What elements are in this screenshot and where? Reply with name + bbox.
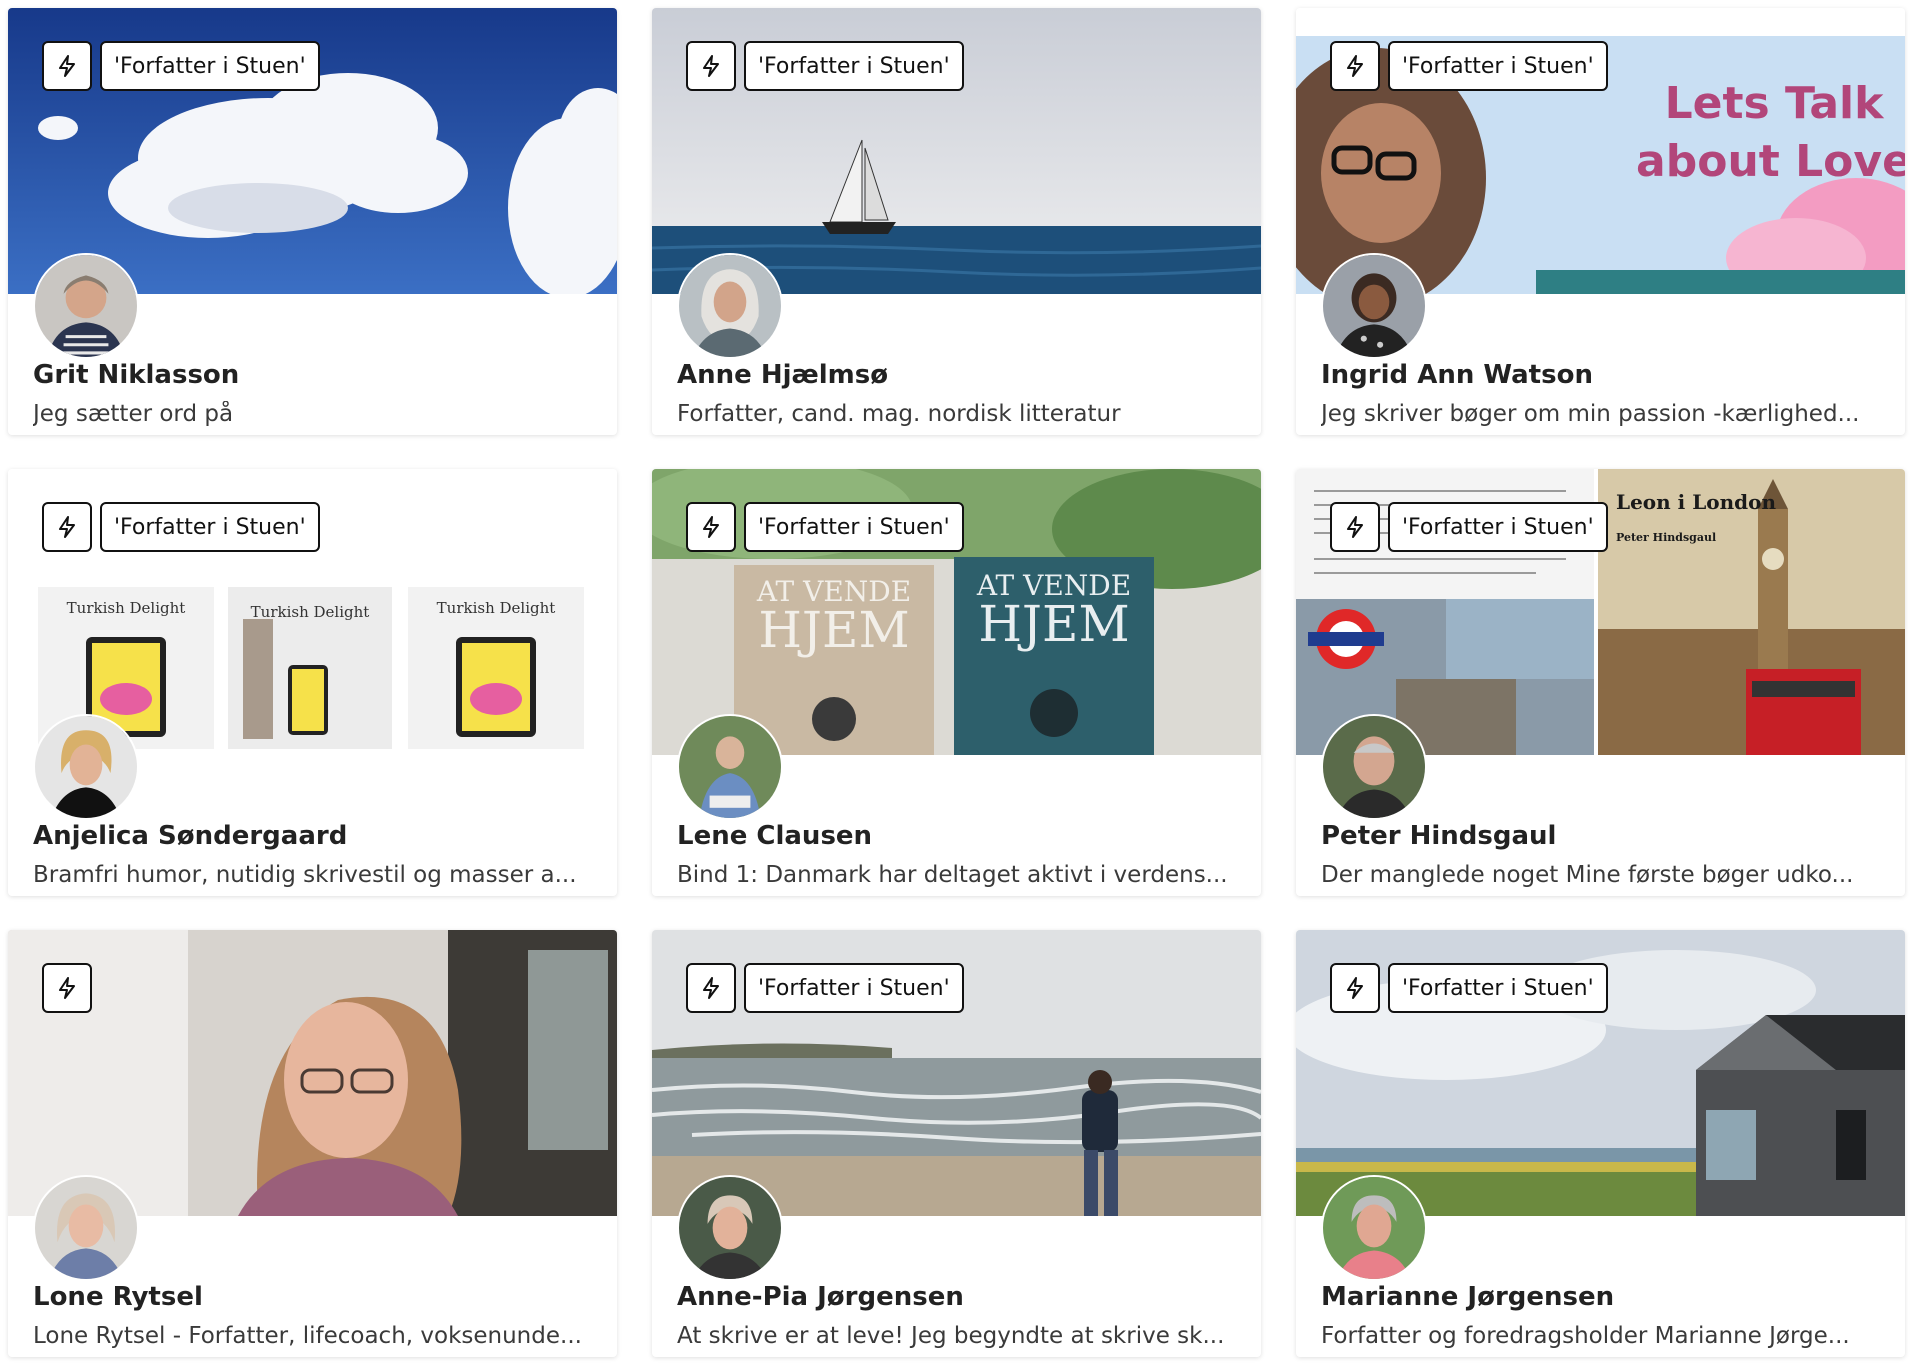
author-card[interactable]: Turkish Delight Turkish Delight Turkish … bbox=[8, 469, 617, 896]
author-description: Der manglede noget Mine første bøger udk… bbox=[1321, 862, 1854, 888]
badge-row: 'Forfatter i Stuen' bbox=[42, 502, 320, 552]
author-card[interactable]: 'Forfatter i Stuen' Anne-Pia Jørgensen A… bbox=[652, 930, 1261, 1357]
avatar bbox=[677, 253, 783, 359]
badge-row: 'Forfatter i Stuen' bbox=[1330, 41, 1608, 91]
author-description: Lone Rytsel - Forfatter, lifecoach, voks… bbox=[33, 1323, 582, 1349]
author-card[interactable]: 'Forfatter i Stuen' Anne Hjælmsø Forfatt… bbox=[652, 8, 1261, 435]
author-name: Lene Clausen bbox=[677, 821, 873, 851]
author-name: Anne Hjælmsø bbox=[677, 360, 889, 390]
author-name: Peter Hindsgaul bbox=[1321, 821, 1557, 851]
tag-badge[interactable]: 'Forfatter i Stuen' bbox=[744, 963, 964, 1013]
author-name: Lone Rytsel bbox=[33, 1282, 203, 1312]
author-description: Bramfri humor, nutidig skrivestil og mas… bbox=[33, 862, 577, 888]
author-description: Forfatter og foredragsholder Marianne Jø… bbox=[1321, 1323, 1850, 1349]
lightning-icon[interactable] bbox=[1330, 963, 1380, 1013]
tag-badge[interactable]: 'Forfatter i Stuen' bbox=[100, 502, 320, 552]
tag-badge[interactable]: 'Forfatter i Stuen' bbox=[100, 41, 320, 91]
lightning-icon[interactable] bbox=[42, 963, 92, 1013]
author-card[interactable]: 'Forfatter i Stuen' Marianne Jørgensen F… bbox=[1296, 930, 1905, 1357]
badge-row: 'Forfatter i Stuen' bbox=[686, 963, 964, 1013]
lightning-icon[interactable] bbox=[686, 502, 736, 552]
author-description: At skrive er at leve! Jeg begyndte at sk… bbox=[677, 1323, 1225, 1349]
author-card[interactable]: Lets Talk about Love 'Forfatter i Stuen'… bbox=[1296, 8, 1905, 435]
author-name: Marianne Jørgensen bbox=[1321, 1282, 1615, 1312]
lightning-icon[interactable] bbox=[42, 502, 92, 552]
avatar bbox=[1321, 253, 1427, 359]
svg-text:Peter Hindsgaul: Peter Hindsgaul bbox=[1616, 531, 1716, 544]
svg-text:HJEM: HJEM bbox=[758, 601, 909, 659]
lightning-icon[interactable] bbox=[686, 963, 736, 1013]
svg-text:Turkish Delight: Turkish Delight bbox=[67, 599, 186, 617]
avatar bbox=[33, 714, 139, 820]
author-description: Bind 1: Danmark har deltaget aktivt i ve… bbox=[677, 862, 1228, 888]
badge-row: 'Forfatter i Stuen' bbox=[1330, 502, 1608, 552]
badge-row: 'Forfatter i Stuen' bbox=[686, 41, 964, 91]
author-name: Grit Niklasson bbox=[33, 360, 240, 390]
tag-badge[interactable]: 'Forfatter i Stuen' bbox=[1388, 502, 1608, 552]
avatar bbox=[33, 253, 139, 359]
lightning-icon[interactable] bbox=[1330, 502, 1380, 552]
author-name: Anjelica Søndergaard bbox=[33, 821, 348, 851]
author-description: Forfatter, cand. mag. nordisk litteratur bbox=[677, 401, 1121, 427]
author-card[interactable]: 'Forfatter i Stuen' Grit Niklasson Jeg s… bbox=[8, 8, 617, 435]
author-card[interactable]: Leon i London Peter Hindsgaul 'Forfatter… bbox=[1296, 469, 1905, 896]
svg-text:Lets Talk: Lets Talk bbox=[1665, 78, 1886, 129]
tag-badge[interactable]: 'Forfatter i Stuen' bbox=[744, 502, 964, 552]
cover-image bbox=[8, 930, 617, 1216]
avatar bbox=[1321, 1175, 1427, 1281]
badge-row: 'Forfatter i Stuen' bbox=[42, 41, 320, 91]
tag-badge[interactable]: 'Forfatter i Stuen' bbox=[1388, 41, 1608, 91]
badge-row: 'Forfatter i Stuen' bbox=[1330, 963, 1608, 1013]
lightning-icon[interactable] bbox=[686, 41, 736, 91]
svg-text:Leon i London: Leon i London bbox=[1616, 490, 1776, 514]
svg-text:Turkish Delight: Turkish Delight bbox=[437, 599, 556, 617]
avatar bbox=[677, 714, 783, 820]
avatar bbox=[1321, 714, 1427, 820]
author-card[interactable]: AT VENDE HJEM AT VENDE HJEM 'Forfatter i… bbox=[652, 469, 1261, 896]
svg-text:HJEM: HJEM bbox=[978, 595, 1129, 653]
author-card[interactable]: Lone Rytsel Lone Rytsel - Forfatter, lif… bbox=[8, 930, 617, 1357]
tag-badge[interactable]: 'Forfatter i Stuen' bbox=[1388, 963, 1608, 1013]
author-description: Jeg skriver bøger om min passion -kærlig… bbox=[1321, 401, 1860, 427]
author-description: Jeg sætter ord på bbox=[33, 401, 234, 427]
avatar bbox=[33, 1175, 139, 1281]
author-name: Ingrid Ann Watson bbox=[1321, 360, 1593, 390]
author-name: Anne-Pia Jørgensen bbox=[677, 1282, 964, 1312]
badge-row bbox=[42, 963, 92, 1013]
svg-text:Turkish Delight: Turkish Delight bbox=[251, 603, 370, 621]
tag-badge[interactable]: 'Forfatter i Stuen' bbox=[744, 41, 964, 91]
lightning-icon[interactable] bbox=[42, 41, 92, 91]
svg-text:about Love: about Love bbox=[1636, 136, 1905, 187]
avatar bbox=[677, 1175, 783, 1281]
badge-row: 'Forfatter i Stuen' bbox=[686, 502, 964, 552]
lightning-icon[interactable] bbox=[1330, 41, 1380, 91]
author-grid: 'Forfatter i Stuen' Grit Niklasson Jeg s… bbox=[8, 8, 1905, 1357]
